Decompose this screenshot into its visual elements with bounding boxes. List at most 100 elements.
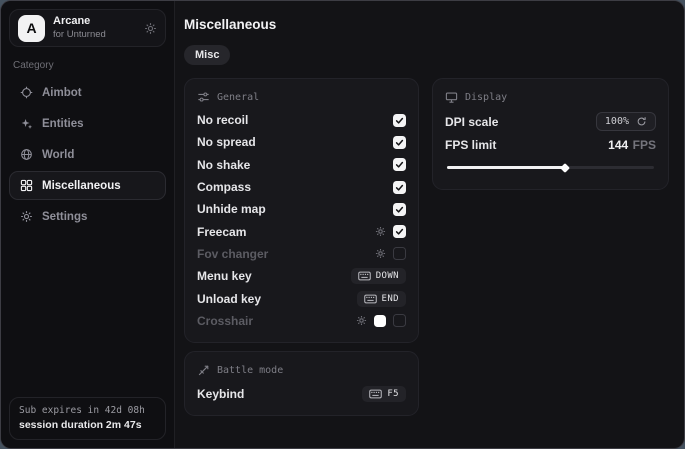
tab-misc[interactable]: Misc	[184, 45, 230, 65]
setting-label: Crosshair	[197, 314, 253, 328]
dpi-scale-row: DPI scale 100%	[445, 110, 656, 133]
color-swatch[interactable]	[374, 315, 386, 327]
setting-controls	[393, 114, 406, 127]
checkbox[interactable]	[393, 203, 406, 216]
fps-limit-slider[interactable]	[447, 166, 654, 169]
setting-label: Unload key	[197, 292, 261, 306]
checkbox[interactable]	[393, 136, 406, 149]
keyboard-icon	[364, 294, 377, 304]
setting-controls: F5	[362, 386, 406, 402]
display-card-header: Display	[445, 91, 656, 104]
setting-controls	[375, 247, 406, 260]
setting-controls	[356, 314, 406, 327]
display-card-title: Display	[465, 92, 507, 103]
cards-container: General No recoil No spread No shake Compas…	[184, 78, 669, 416]
brand-text: Arcane for Unturned	[53, 15, 106, 41]
setting-label: Fov changer	[197, 247, 268, 261]
sidebar-item-label: Aimbot	[42, 87, 82, 99]
row-settings-gear-icon[interactable]	[375, 248, 386, 259]
keybind-badge[interactable]: DOWN	[351, 268, 406, 284]
app-window: A Arcane for Unturned Category Aimbot Ent…	[0, 0, 685, 449]
setting-controls	[393, 181, 406, 194]
checkbox[interactable]	[393, 225, 406, 238]
fps-limit-label: FPS limit	[445, 138, 496, 152]
setting-row-unload-key: Unload key END	[197, 287, 406, 309]
keybind-value: F5	[387, 389, 399, 399]
left-column: General No recoil No spread No shake Compas…	[184, 78, 419, 416]
keybind-value: END	[382, 294, 399, 304]
setting-label: Compass	[197, 180, 251, 194]
globe-icon	[20, 148, 33, 161]
keybind-badge[interactable]: END	[357, 291, 406, 307]
general-card-header: General	[197, 91, 406, 103]
tab-bar: Misc	[184, 45, 669, 65]
dpi-scale-control[interactable]: 100%	[596, 112, 656, 131]
checkbox[interactable]	[393, 247, 406, 260]
sidebar-item-aimbot[interactable]: Aimbot	[9, 78, 166, 107]
checkbox[interactable]	[393, 158, 406, 171]
setting-label: Keybind	[197, 387, 244, 401]
slider-fill	[447, 166, 565, 169]
fps-limit-value: 144 FPS	[608, 136, 656, 154]
brand-card: A Arcane for Unturned	[9, 9, 166, 47]
sidebar-item-world[interactable]: World	[9, 140, 166, 169]
keyboard-icon	[369, 389, 382, 399]
setting-row-crosshair: Crosshair	[197, 310, 406, 332]
grid-icon	[20, 179, 33, 192]
keybind-badge[interactable]: F5	[362, 386, 406, 402]
subscription-status-card: Sub expires in 42d 08h session duration …	[9, 397, 166, 440]
keyboard-icon	[358, 271, 371, 281]
sidebar-item-settings[interactable]: Settings	[9, 202, 166, 231]
gear-icon[interactable]	[144, 22, 157, 35]
sidebar: A Arcane for Unturned Category Aimbot Ent…	[1, 1, 175, 448]
row-settings-gear-icon[interactable]	[356, 315, 367, 326]
dpi-scale-value: 100%	[605, 116, 629, 127]
setting-label: Unhide map	[197, 202, 266, 216]
general-rows: No recoil No spread No shake Compass Unhide …	[197, 109, 406, 332]
setting-controls	[393, 136, 406, 149]
setting-label: No shake	[197, 158, 250, 172]
sidebar-item-label: World	[42, 149, 74, 161]
crosshair-icon	[20, 86, 33, 99]
right-column: Display DPI scale 100% FPS limit 144	[432, 78, 669, 190]
setting-label: No recoil	[197, 113, 248, 127]
general-card: General No recoil No spread No shake Compas…	[184, 78, 419, 343]
session-duration-text: session duration 2m 47s	[19, 419, 156, 431]
setting-controls	[375, 225, 406, 238]
sub-expires-text: Sub expires in 42d 08h	[19, 405, 156, 416]
sidebar-item-label: Miscellaneous	[42, 180, 121, 192]
setting-row-unhide-map: Unhide map	[197, 198, 406, 220]
fps-limit-row: FPS limit 144 FPS	[445, 133, 656, 156]
monitor-icon	[445, 91, 458, 104]
keybind-value: DOWN	[376, 271, 399, 281]
slider-thumb[interactable]	[560, 163, 570, 173]
setting-row-keybind: Keybind F5	[197, 383, 406, 405]
setting-row-compass: Compass	[197, 176, 406, 198]
sidebar-nav: Aimbot Entities World Miscellaneous Settings	[9, 78, 166, 233]
setting-row-no-recoil: No recoil	[197, 109, 406, 131]
battle-card-header: Battle mode	[197, 364, 406, 377]
setting-controls	[393, 158, 406, 171]
category-label: Category	[13, 60, 162, 71]
row-settings-gear-icon[interactable]	[375, 226, 386, 237]
display-card: Display DPI scale 100% FPS limit 144	[432, 78, 669, 190]
general-card-title: General	[217, 92, 259, 103]
sword-icon	[197, 364, 210, 377]
checkbox[interactable]	[393, 114, 406, 127]
sidebar-item-entities[interactable]: Entities	[9, 109, 166, 138]
checkbox[interactable]	[393, 314, 406, 327]
sidebar-item-miscellaneous[interactable]: Miscellaneous	[9, 171, 166, 200]
dpi-scale-label: DPI scale	[445, 115, 498, 129]
setting-controls: END	[357, 291, 406, 307]
sidebar-item-label: Settings	[42, 211, 87, 223]
setting-row-menu-key: Menu keyDOWN	[197, 265, 406, 287]
refresh-icon[interactable]	[636, 116, 647, 127]
app-name: Arcane	[53, 15, 106, 29]
page-title: Miscellaneous	[184, 17, 669, 32]
checkbox[interactable]	[393, 181, 406, 194]
setting-label: Freecam	[197, 225, 246, 239]
gear-icon	[20, 210, 33, 223]
sparkles-icon	[20, 117, 33, 130]
main-content: Miscellaneous Misc General No recoil No s…	[175, 1, 684, 448]
setting-row-no-spread: No spread	[197, 131, 406, 153]
